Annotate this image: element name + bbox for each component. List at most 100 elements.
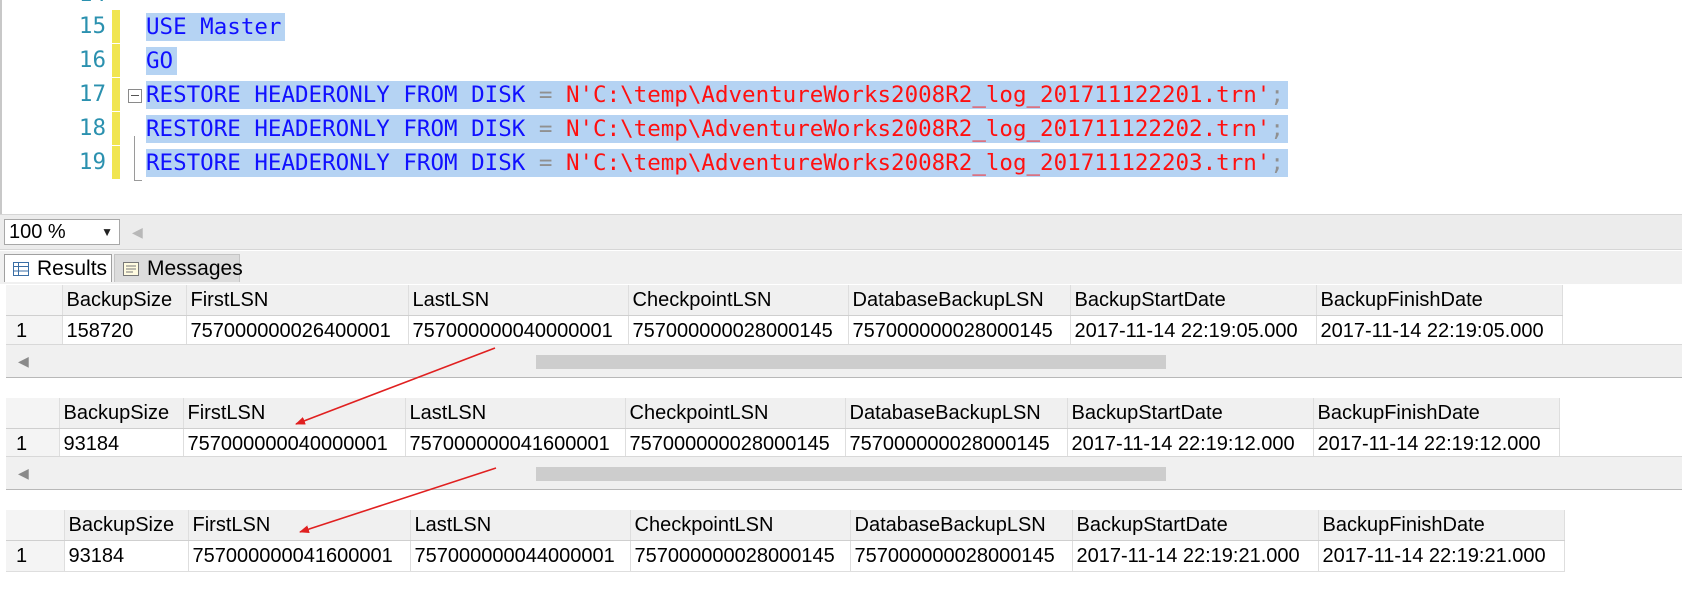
table-cell[interactable]: 2017-11-14 22:19:21.000 — [1318, 540, 1565, 572]
header-row: BackupSize FirstLSN LastLSN CheckpointLSN Da… — [6, 510, 1565, 541]
column-header[interactable]: DatabaseBackupLSN — [848, 285, 1071, 316]
result-grid[interactable]: BackupSize FirstLSN LastLSN CheckpointLSN Da… — [6, 398, 1682, 460]
collapse-icon[interactable] — [128, 89, 142, 103]
code-text: RESTORE HEADERONLY FROM DISK = N'C:\temp… — [146, 149, 1288, 177]
table-cell[interactable]: 757000000028000145 — [845, 428, 1068, 460]
fold-guide-end — [134, 180, 142, 181]
change-marker — [112, 112, 120, 145]
sql-operator: = — [538, 150, 553, 176]
table-cell[interactable]: 757000000028000145 — [628, 315, 849, 347]
row-number-header[interactable] — [6, 285, 63, 316]
zoom-value: 100 % — [9, 221, 66, 243]
table-cell[interactable]: 93184 — [59, 428, 184, 460]
table-cell[interactable]: 757000000041600001 — [405, 428, 626, 460]
tab-messages[interactable]: Messages — [114, 254, 243, 282]
code-line[interactable]: 16 GO — [0, 44, 1682, 77]
table-cell[interactable]: 2017-11-14 22:19:21.000 — [1072, 540, 1319, 572]
table-cell[interactable]: 757000000040000001 — [408, 315, 629, 347]
horizontal-scrollbar[interactable]: ◀ — [6, 344, 1682, 378]
column-header[interactable]: FirstLSN — [183, 398, 406, 429]
sql-operator: = — [538, 116, 553, 142]
code-line[interactable]: 15 USE Master — [0, 10, 1682, 43]
column-header[interactable]: FirstLSN — [186, 285, 409, 316]
line-number: 16 — [78, 47, 106, 73]
tab-messages-label: Messages — [147, 257, 243, 280]
table-cell[interactable]: 2017-11-14 22:19:05.000 — [1070, 315, 1317, 347]
column-header[interactable]: BackupSize — [64, 510, 189, 541]
code-line[interactable]: 18 RESTORE HEADERONLY FROM DISK = N'C:\te… — [0, 112, 1682, 145]
result-table: BackupSize FirstLSN LastLSN CheckpointLSN Da… — [6, 510, 1565, 572]
sql-semicolon: ; — [1270, 150, 1284, 176]
column-header[interactable]: DatabaseBackupLSN — [845, 398, 1068, 429]
column-header[interactable]: FirstLSN — [188, 510, 411, 541]
column-header[interactable]: LastLSN — [405, 398, 626, 429]
column-header[interactable]: LastLSN — [410, 510, 631, 541]
table-cell[interactable]: 757000000028000145 — [848, 315, 1071, 347]
table-cell[interactable]: 2017-11-14 22:19:05.000 — [1316, 315, 1563, 347]
result-table: BackupSize FirstLSN LastLSN CheckpointLSN Da… — [6, 398, 1560, 460]
result-table: BackupSize FirstLSN LastLSN CheckpointLSN Da… — [6, 285, 1563, 347]
table-cell[interactable]: 93184 — [64, 540, 189, 572]
table-cell[interactable]: 757000000044000001 — [410, 540, 631, 572]
column-header[interactable]: BackupSize — [62, 285, 187, 316]
scroll-left-icon[interactable]: ◀ — [18, 465, 29, 482]
row-number[interactable]: 1 — [6, 540, 65, 572]
scrollbar-thumb[interactable] — [536, 467, 1166, 481]
table-cell[interactable]: 757000000028000145 — [850, 540, 1073, 572]
grid-icon — [13, 262, 29, 276]
column-header[interactable]: DatabaseBackupLSN — [850, 510, 1073, 541]
column-header[interactable]: LastLSN — [408, 285, 629, 316]
scroll-left-icon[interactable]: ◀ — [18, 353, 29, 370]
row-number-header[interactable] — [6, 398, 60, 429]
table-cell[interactable]: 2017-11-14 22:19:12.000 — [1067, 428, 1314, 460]
line-number: 18 — [78, 115, 106, 141]
header-row: BackupSize FirstLSN LastLSN CheckpointLSN Da… — [6, 285, 1563, 316]
sql-string: N'C:\temp\AdventureWorks2008R2_log_20171… — [565, 150, 1271, 176]
table-cell[interactable]: 757000000040000001 — [183, 428, 406, 460]
horizontal-scrollbar[interactable]: ◀ — [6, 456, 1682, 490]
code-text: RESTORE HEADERONLY FROM DISK = N'C:\temp… — [146, 81, 1288, 109]
fold-guide — [134, 136, 135, 180]
change-marker — [112, 44, 120, 77]
table-cell[interactable]: 757000000041600001 — [188, 540, 411, 572]
row-number[interactable]: 1 — [6, 428, 60, 460]
line-number: 19 — [78, 149, 106, 175]
header-row: BackupSize FirstLSN LastLSN CheckpointLSN Da… — [6, 398, 1560, 429]
sql-semicolon: ; — [1270, 116, 1284, 142]
code-text: RESTORE HEADERONLY FROM DISK = N'C:\temp… — [146, 115, 1288, 143]
result-grid[interactable]: BackupSize FirstLSN LastLSN CheckpointLSN Da… — [6, 510, 1682, 572]
scroll-left-icon[interactable]: ◀ — [132, 224, 143, 241]
code-line[interactable]: 19 RESTORE HEADERONLY FROM DISK = N'C:\te… — [0, 146, 1682, 179]
table-row[interactable]: 1 93184 757000000040000001 7570000000416000… — [6, 428, 1560, 460]
table-cell[interactable]: 757000000028000145 — [625, 428, 846, 460]
sql-string: N'C:\temp\AdventureWorks2008R2_log_20171… — [565, 116, 1271, 142]
table-cell[interactable]: 158720 — [62, 315, 187, 347]
column-header[interactable]: CheckpointLSN — [625, 398, 846, 429]
tab-results[interactable]: Results — [4, 254, 112, 282]
table-row[interactable]: 1 158720 757000000026400001 757000000040000… — [6, 315, 1563, 347]
row-number[interactable]: 1 — [6, 315, 63, 347]
table-cell[interactable]: 2017-11-14 22:19:12.000 — [1313, 428, 1560, 460]
column-header[interactable]: BackupSize — [59, 398, 184, 429]
column-header[interactable]: BackupStartDate — [1072, 510, 1319, 541]
query-editor[interactable]: 14 15USE Master16GO17RESTORE HEADERONLY … — [0, 0, 1682, 214]
column-header[interactable]: BackupStartDate — [1070, 285, 1317, 316]
column-header[interactable]: BackupStartDate — [1067, 398, 1314, 429]
column-header[interactable]: BackupFinishDate — [1316, 285, 1563, 316]
column-header[interactable]: BackupFinishDate — [1318, 510, 1565, 541]
column-header[interactable]: CheckpointLSN — [628, 285, 849, 316]
table-cell[interactable]: 757000000028000145 — [630, 540, 851, 572]
table-row[interactable]: 1 93184 757000000041600001 7570000000440000… — [6, 540, 1565, 572]
table-cell[interactable]: 757000000026400001 — [186, 315, 409, 347]
sql-keyword: USE Master — [146, 14, 282, 40]
code-line[interactable]: 17 RESTORE HEADERONLY FROM DISK = N'C:\te… — [0, 78, 1682, 111]
messages-icon — [123, 262, 139, 276]
tab-results-label: Results — [37, 257, 108, 280]
scrollbar-thumb[interactable] — [536, 355, 1166, 369]
result-grid[interactable]: BackupSize FirstLSN LastLSN CheckpointLSN Da… — [6, 285, 1682, 347]
zoom-select[interactable]: 100 % ▼ — [4, 219, 120, 245]
row-number-header[interactable] — [6, 510, 65, 541]
chevron-down-icon[interactable]: ▼ — [101, 220, 113, 244]
column-header[interactable]: CheckpointLSN — [630, 510, 851, 541]
column-header[interactable]: BackupFinishDate — [1313, 398, 1560, 429]
